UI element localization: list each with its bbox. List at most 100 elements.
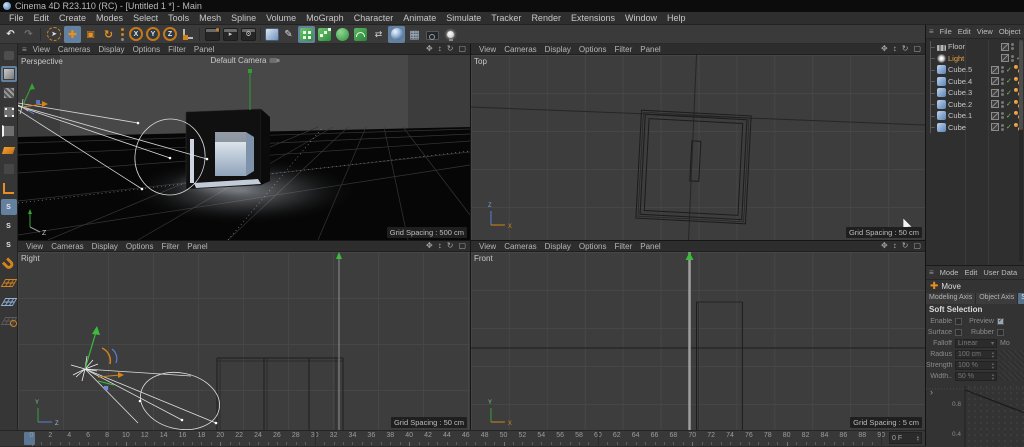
viewport-menu-panel[interactable]: Panel xyxy=(183,242,211,251)
menu-mesh[interactable]: Mesh xyxy=(194,13,226,23)
snap-icon[interactable] xyxy=(1,256,17,272)
timeline-frame-number[interactable]: 26 xyxy=(273,432,281,439)
spline-pen-icon[interactable]: ✎ xyxy=(280,26,297,43)
layer-toggle[interactable] xyxy=(991,89,999,97)
stepper-icon[interactable]: ▴▾ xyxy=(992,373,994,380)
timeline-frame-number[interactable]: 38 xyxy=(386,432,394,439)
timeline-frame-number[interactable]: 80 xyxy=(783,432,791,439)
timeline-frame-number[interactable]: 54 xyxy=(537,432,545,439)
layer-toggle[interactable] xyxy=(991,77,999,85)
object-name-label[interactable]: Cube xyxy=(948,123,991,132)
menu-extensions[interactable]: Extensions xyxy=(566,13,620,23)
layer-toggle[interactable] xyxy=(991,112,999,120)
object-name-label[interactable]: Cube.2 xyxy=(948,100,991,109)
timeline-frame-number[interactable]: 0 xyxy=(30,432,34,439)
falloff-dropdown[interactable]: Linear ▾ xyxy=(955,339,997,348)
timeline-frame-number[interactable]: 4 xyxy=(67,432,71,439)
viewport-menu-filter[interactable]: Filter xyxy=(610,45,636,54)
timeline-frame-number[interactable]: 34 xyxy=(349,432,357,439)
dolly-view-icon[interactable]: ↕ xyxy=(893,44,897,54)
timeline-frame-number[interactable]: 74 xyxy=(726,432,734,439)
visibility-dots[interactable] xyxy=(1001,78,1004,85)
frame-stepper-icon[interactable]: ▴▾ xyxy=(917,435,919,442)
timeline-frame-number[interactable]: 76 xyxy=(745,432,753,439)
tab-soft-selection[interactable]: Soft S xyxy=(1018,293,1024,304)
viewport-top-canvas[interactable]: Z X Top Grid Spacing : 50 cm xyxy=(471,55,925,240)
planar-workplane-icon[interactable] xyxy=(1,294,17,310)
timeline-frame-number[interactable]: 66 xyxy=(651,432,659,439)
dolly-view-icon[interactable]: ↕ xyxy=(438,241,442,251)
menu-tracker[interactable]: Tracker xyxy=(486,13,526,23)
timeline-frame-number[interactable]: 78 xyxy=(764,432,772,439)
timeline-frame-number[interactable]: 42 xyxy=(424,432,432,439)
timeline-frame-number[interactable]: 36 xyxy=(367,432,375,439)
menu-volume[interactable]: Volume xyxy=(261,13,301,23)
dolly-view-icon[interactable]: ↕ xyxy=(893,241,897,251)
current-frame-field[interactable]: 0 F ▴▾ xyxy=(889,432,922,444)
menu-modes[interactable]: Modes xyxy=(91,13,128,23)
camera-label[interactable]: Default Camera xyxy=(210,56,277,65)
menu-help[interactable]: Help xyxy=(662,13,691,23)
strength-field[interactable]: 100 % ▴▾ xyxy=(955,361,997,370)
visibility-dots[interactable] xyxy=(1001,124,1004,131)
object-row-light[interactable]: Light✓ xyxy=(926,53,1024,65)
object-name-label[interactable]: Cube.3 xyxy=(948,88,991,97)
timeline-frame-number[interactable]: 16 xyxy=(179,432,187,439)
model-mode-icon[interactable] xyxy=(1,66,17,82)
perspective-scene[interactable]: Z xyxy=(18,55,470,240)
timeline-frame-number[interactable]: 62 xyxy=(613,432,621,439)
dolly-view-icon[interactable]: ↕ xyxy=(438,44,442,54)
viewport-menu-display[interactable]: Display xyxy=(94,45,128,54)
timeline-frame-number[interactable]: 18 xyxy=(198,432,206,439)
timeline-frame-number[interactable]: 52 xyxy=(518,432,526,439)
object-row-floor[interactable]: Floor xyxy=(926,41,1024,53)
rotate-tool-icon[interactable]: ↻ xyxy=(100,26,117,43)
timeline-frame-number[interactable]: 32 xyxy=(330,432,338,439)
timeline-frame-number[interactable]: 86 xyxy=(839,432,847,439)
stepper-icon[interactable]: ▴▾ xyxy=(992,362,994,369)
object-name-label[interactable]: Cube.4 xyxy=(948,77,991,86)
menu-render[interactable]: Render xyxy=(526,13,566,23)
timeline-frame-number[interactable]: 56 xyxy=(556,432,564,439)
timeline-frame-number[interactable]: 2 xyxy=(48,432,52,439)
material-icon[interactable] xyxy=(388,26,405,43)
viewport-label[interactable]: Front xyxy=(474,254,493,263)
maximize-view-icon[interactable]: ▢ xyxy=(458,44,466,54)
timeline-frame-number[interactable]: 48 xyxy=(481,432,489,439)
rotate-view-icon[interactable]: ↻ xyxy=(902,241,909,251)
live-selection-icon[interactable]: ➤ xyxy=(47,27,61,41)
enable-check-icon[interactable]: ✓ xyxy=(1006,66,1014,74)
y-axis-lock-icon[interactable]: Y xyxy=(146,27,160,41)
timeline-ruler[interactable]: 0246810121416182022242628303234363840424… xyxy=(0,431,885,446)
om-menu-object[interactable]: Object xyxy=(996,27,1024,36)
texture-mode-icon[interactable] xyxy=(1,85,17,101)
timeline-frame-number[interactable]: 64 xyxy=(632,432,640,439)
viewport-perspective-canvas[interactable]: Z Perspective Default Camera Grid Spacin… xyxy=(18,55,470,240)
rotate-view-icon[interactable]: ↻ xyxy=(447,241,454,251)
radius-field[interactable]: 100 cm ▴▾ xyxy=(955,350,997,359)
timeline-frame-number[interactable]: 84 xyxy=(821,432,829,439)
timeline-frame-number[interactable]: 14 xyxy=(160,432,168,439)
tweak-mode-icon[interactable] xyxy=(1,161,17,177)
timeline-frame-number[interactable]: 44 xyxy=(443,432,451,439)
viewport-menu-options[interactable]: Options xyxy=(129,45,165,54)
timeline-frame-number[interactable]: 24 xyxy=(254,432,262,439)
viewport-menu-options[interactable]: Options xyxy=(575,45,611,54)
menu-tools[interactable]: Tools xyxy=(163,13,194,23)
simulate-icon[interactable]: ⇄ xyxy=(370,26,387,43)
object-row-cube-1[interactable]: Cube.1✓ xyxy=(926,110,1024,122)
menu-window[interactable]: Window xyxy=(620,13,662,23)
viewport-menu-display[interactable]: Display xyxy=(88,242,122,251)
workplane-lock-icon[interactable] xyxy=(1,313,17,329)
viewport-menu-panel[interactable]: Panel xyxy=(190,45,218,54)
object-row-cube-3[interactable]: Cube.3✓ xyxy=(926,87,1024,99)
rotate-view-icon[interactable]: ↻ xyxy=(447,44,454,54)
menu-select[interactable]: Select xyxy=(128,13,163,23)
rotate-view-icon[interactable]: ↻ xyxy=(902,44,909,54)
visibility-dots[interactable] xyxy=(1011,55,1014,62)
tab-object-axis[interactable]: Object Axis xyxy=(976,293,1018,304)
viewport-menu-filter[interactable]: Filter xyxy=(164,45,190,54)
timeline-frame-number[interactable]: 50 xyxy=(500,432,508,439)
camera-icon[interactable] xyxy=(424,26,441,43)
object-row-cube[interactable]: Cube✓ xyxy=(926,122,1024,134)
